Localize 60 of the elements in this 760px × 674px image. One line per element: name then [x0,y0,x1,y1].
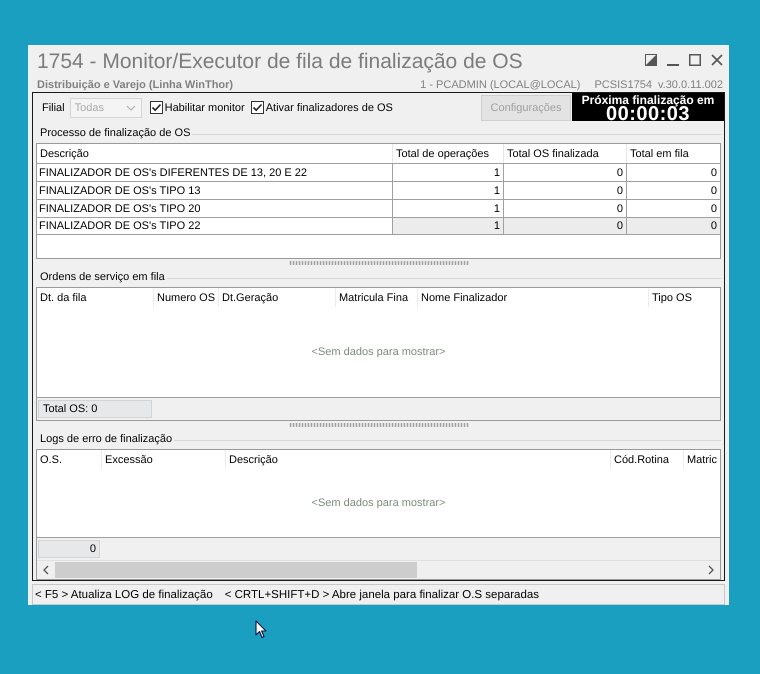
column-header[interactable]: Tipo OS [648,288,720,307]
shortcut-hint: < F5 > Atualiza LOG de finalização [35,588,213,600]
table-cell: 0 [626,163,720,181]
version-label: v.30.0.11.002 [658,78,723,90]
table-cell: FINALIZADOR DE OS's TIPO 22 [37,217,392,235]
caret-icon [126,104,136,110]
table-cell: 1 [392,217,503,235]
column-header[interactable]: Nome Finalizador [417,288,648,307]
scroll-right-icon[interactable] [707,565,715,575]
table-cell: 0 [503,217,626,235]
diagonal-square-icon[interactable] [645,54,657,66]
group-title: Logs de erro de finalização [39,433,174,445]
table-cell: FINALIZADOR DE OS's TIPO 13 [37,181,392,199]
checkbox[interactable] [250,101,264,114]
column-header[interactable]: Descrição [225,450,610,469]
program-code: PCSIS1754 [594,78,652,90]
checkbox-label[interactable]: Ativar finalizadores de OS [266,102,393,114]
table-cell: 0 [626,217,720,235]
checkbox-label[interactable]: Habilitar monitor [164,102,245,114]
close-icon[interactable] [711,54,723,66]
column-header[interactable]: Matricula Fina [335,288,417,307]
column-header[interactable]: Descrição [37,144,392,163]
column-header[interactable]: Cód.Rotina [610,450,683,469]
table-cell: 0 [503,181,626,199]
column-header[interactable]: Excessão [101,450,225,469]
empty-message: <Sem dados para mostrar> [312,497,446,509]
table-cell: 1 [392,163,503,181]
timer-caption: Próxima finalização em [582,94,714,106]
horizontal-scrollbar[interactable] [37,560,720,579]
table-cell: 0 [626,181,720,199]
column-header[interactable]: Dt.Geração [218,288,335,307]
column-header[interactable]: Total de operações [392,144,503,163]
checkbox[interactable] [150,101,163,114]
table-cell: FINALIZADOR DE OS's DIFERENTES DE 13, 20 E 22 [37,163,392,181]
scroll-left-icon[interactable] [42,565,50,575]
table-cell: 0 [503,163,626,181]
filial-label: Filial [42,102,65,114]
window-title: 1754 - Monitor/Executor de fila de finalização de OS [37,49,523,75]
splitter-handle[interactable] [288,261,468,265]
scrollbar-thumb[interactable] [55,562,417,578]
empty-message: <Sem dados para mostrar> [312,346,446,358]
column-header[interactable]: Matric [683,450,720,469]
company-subtitle: Distribuição e Varejo (Linha WinThor) [37,78,234,90]
table-cell: 1 [392,181,503,199]
total-summary: Total OS: 0 [38,400,152,418]
column-header[interactable]: Total em fila [626,144,720,163]
countdown-timer: 00:00:03 [606,106,690,122]
column-header[interactable]: O.S. [37,450,101,469]
user-info: 1 - PCADMIN (LOCAL@LOCAL) [420,78,580,90]
column-header[interactable]: Dt. da fila [37,288,153,307]
column-header[interactable]: Numero OS [153,288,218,307]
group-title: Ordens de serviço em fila [39,271,166,283]
splitter-handle[interactable] [288,423,468,427]
table-cell: FINALIZADOR DE OS's TIPO 20 [37,199,392,217]
shortcut-hint: < CRTL+SHIFT+D > Abre janela para finalizar O.S separadas [224,588,539,600]
count-summary: 0 [38,540,100,558]
column-header[interactable]: Total OS finalizada [503,144,626,163]
group-title: Processo de finalização de OS [39,127,192,139]
maximize-icon[interactable] [689,54,701,66]
mouse-cursor-icon [255,620,267,639]
